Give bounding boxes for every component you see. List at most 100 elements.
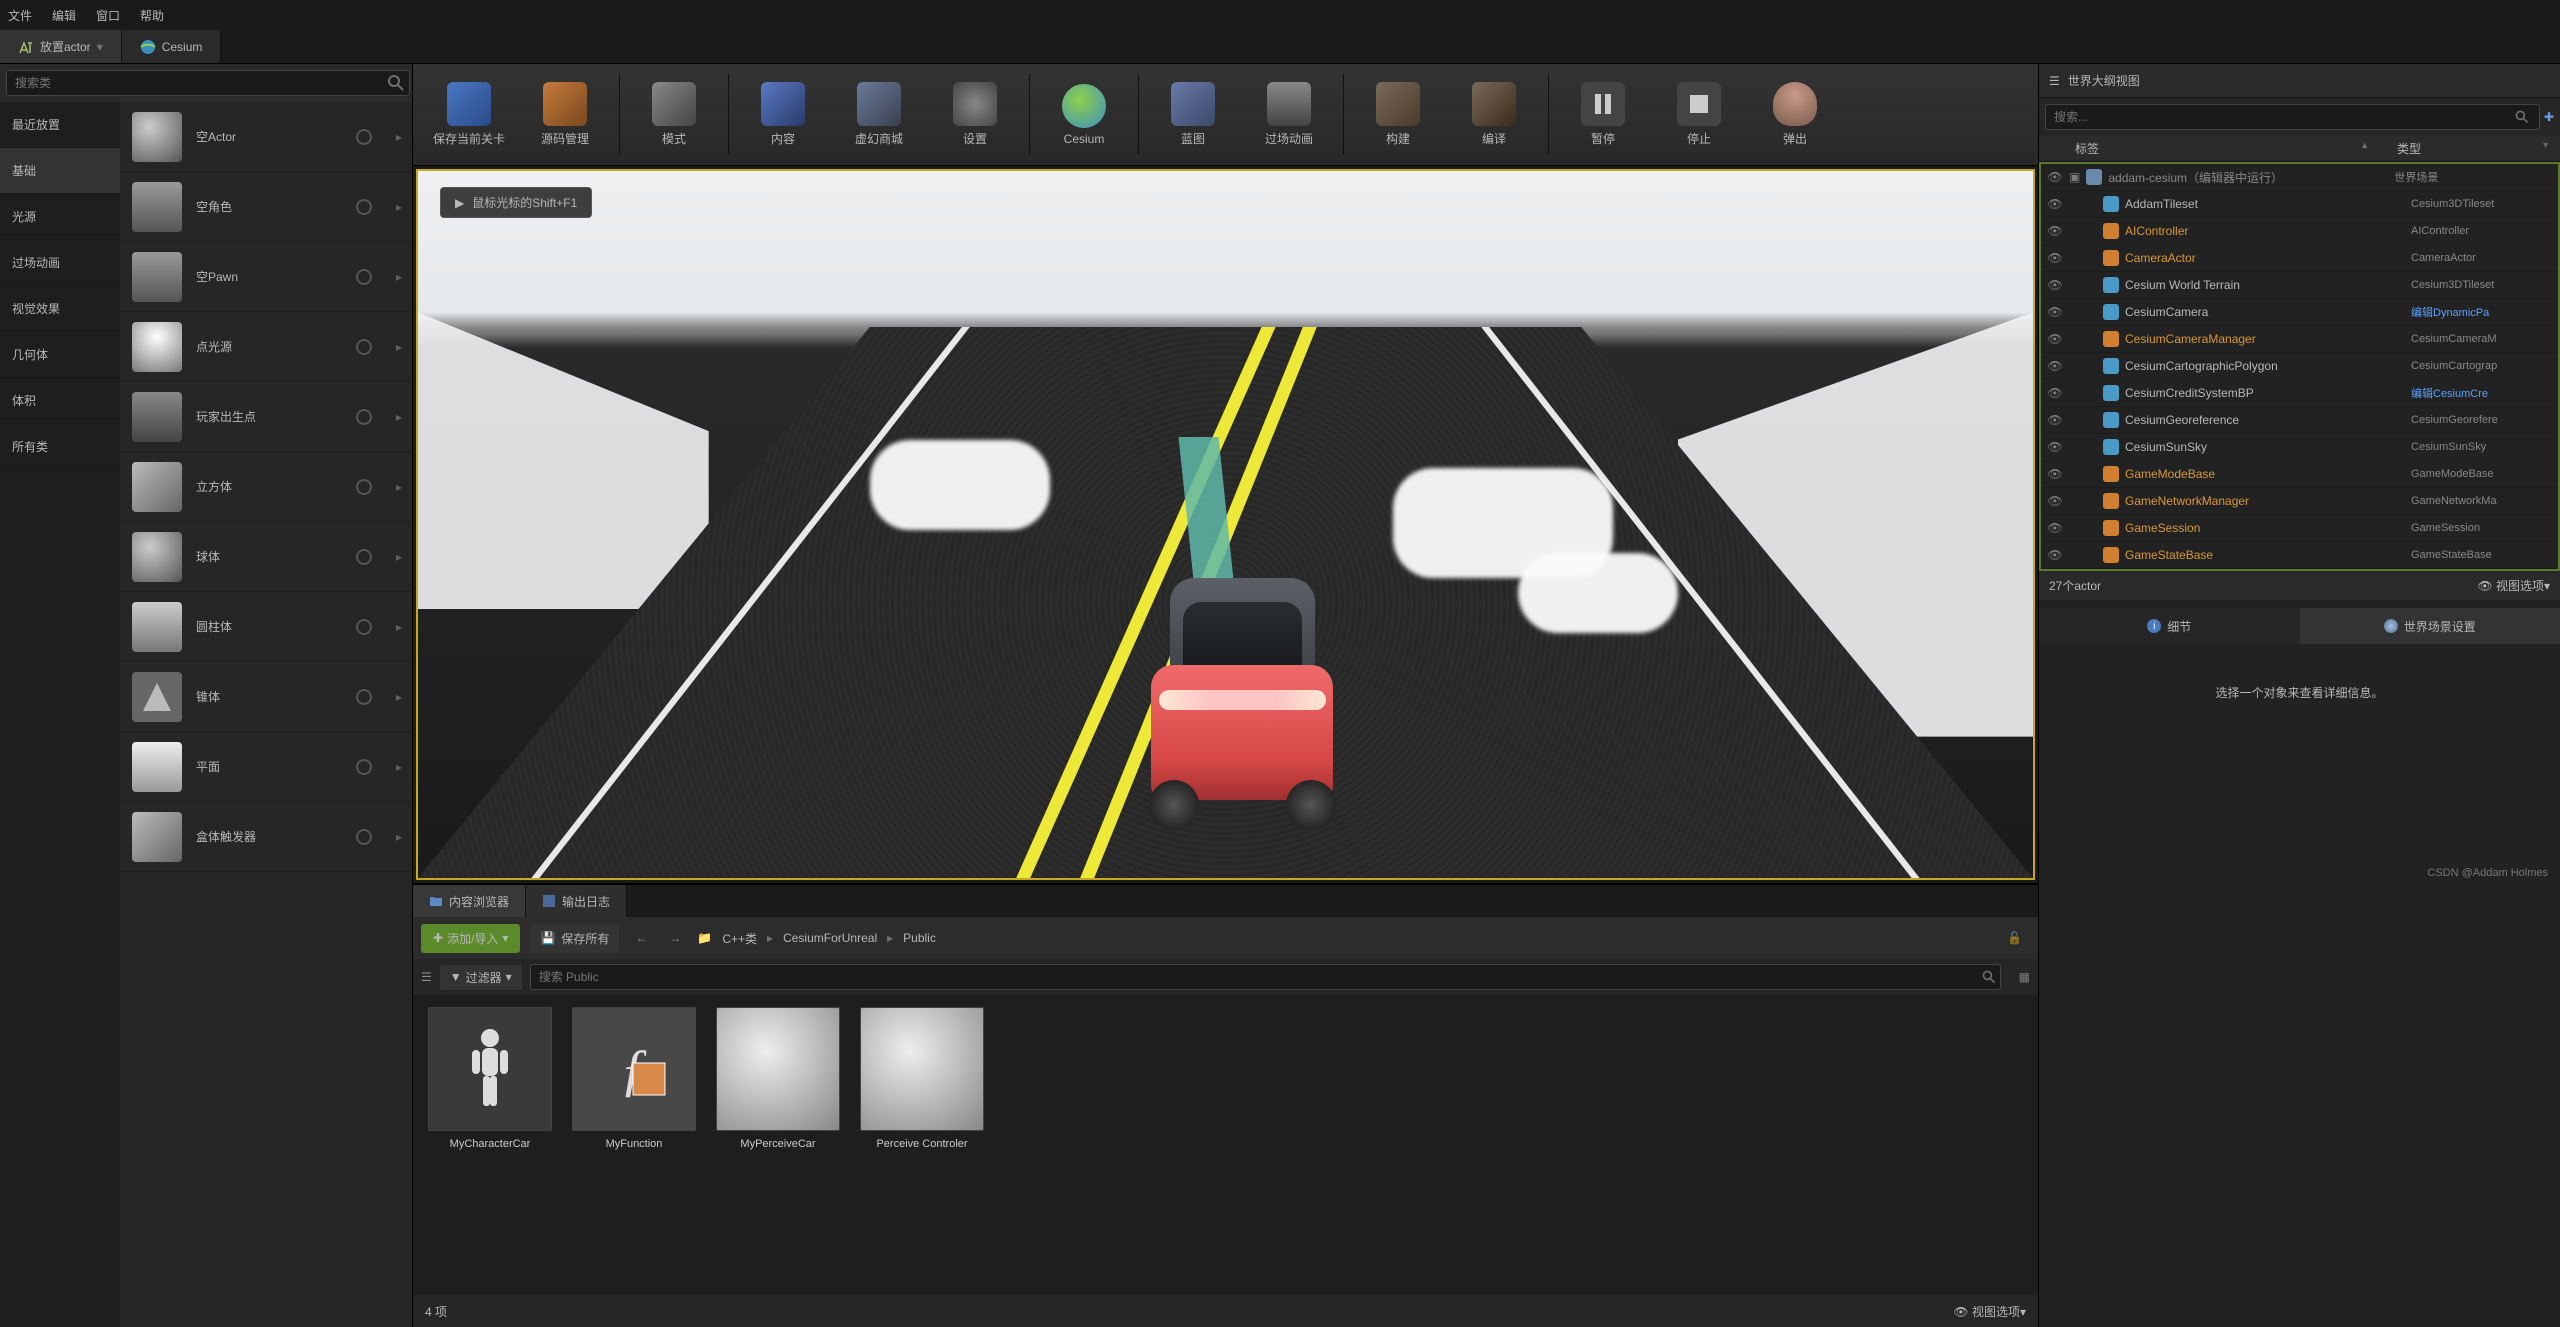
search-class-input[interactable] — [6, 70, 410, 96]
actor-cylinder[interactable]: 圆柱体▸ — [120, 592, 412, 662]
eye-icon[interactable]: 👁 — [2047, 197, 2063, 211]
actor-cone[interactable]: 锥体▸ — [120, 662, 412, 732]
outliner-row[interactable]: 👁CesiumCameraManagerCesiumCameraM — [2041, 326, 2558, 353]
eye-icon[interactable]: 👁 — [2047, 494, 2063, 508]
tab-content-browser[interactable]: 内容浏览器 — [413, 885, 526, 917]
outliner-search-input[interactable] — [2045, 104, 2540, 130]
actor-playerstart[interactable]: 玩家出生点▸ — [120, 382, 412, 452]
asset-character-car[interactable]: MyCharacterCar — [425, 1007, 555, 1151]
col-label[interactable]: 标签 — [2039, 140, 2389, 157]
outliner-root[interactable]: 👁 ▣ addam-cesium（编辑器中运行） 世界场景 — [2041, 164, 2558, 191]
tool-source[interactable]: 源码管理 — [517, 64, 613, 165]
outliner-view-options[interactable]: 👁 视图选项▾ — [2477, 577, 2550, 594]
eye-icon[interactable]: 👁 — [2047, 170, 2063, 184]
tab-output-log[interactable]: 输出日志 — [526, 885, 627, 917]
tool-eject[interactable]: 弹出 — [1747, 64, 1843, 165]
cat-cinematic[interactable]: 过场动画 — [0, 240, 120, 286]
tab-dropdown-icon[interactable]: ▾ — [97, 40, 103, 54]
actor-empty[interactable]: 空Actor▸ — [120, 102, 412, 172]
outliner-row[interactable]: 👁CesiumCartographicPolygonCesiumCartogra… — [2041, 353, 2558, 380]
eye-icon[interactable]: 👁 — [2047, 224, 2063, 238]
menu-edit[interactable]: 编辑 — [52, 7, 76, 24]
eye-icon[interactable]: 👁 — [2047, 467, 2063, 481]
outliner-row[interactable]: 👁GameSessionGameSession — [2041, 515, 2558, 542]
actor-plane[interactable]: 平面▸ — [120, 732, 412, 802]
actor-pawn[interactable]: 空Pawn▸ — [120, 242, 412, 312]
actor-boxtrigger[interactable]: 盒体触发器▸ — [120, 802, 412, 872]
search-icon[interactable] — [1981, 969, 1997, 985]
eye-icon[interactable]: 👁 — [2047, 332, 2063, 346]
crumb-cesium[interactable]: CesiumForUnreal — [783, 931, 877, 945]
filter-button[interactable]: ▼过滤器▾ — [440, 965, 522, 990]
col-type[interactable]: 类型 — [2389, 140, 2560, 157]
eye-icon[interactable]: 👁 — [2047, 386, 2063, 400]
outliner-row[interactable]: 👁GameModeBaseGameModeBase — [2041, 461, 2558, 488]
tool-compile[interactable]: 编译 — [1446, 64, 1542, 165]
outliner-row[interactable]: 👁CesiumCamera编辑DynamicPa — [2041, 299, 2558, 326]
actor-pointlight[interactable]: 点光源▸ — [120, 312, 412, 382]
menu-help[interactable]: 帮助 — [140, 7, 164, 24]
eye-icon[interactable]: 👁 — [2047, 548, 2063, 562]
viewport[interactable]: ▶ 鼠标光标的Shift+F1 — [416, 169, 2035, 880]
add-import-button[interactable]: ✚添加/导入▾ — [421, 924, 520, 953]
cat-volumes[interactable]: 体积 — [0, 378, 120, 424]
cat-basic[interactable]: 基础 — [0, 148, 120, 194]
tool-marketplace[interactable]: 虚幻商城 — [831, 64, 927, 165]
search-icon[interactable] — [2514, 109, 2530, 125]
actor-cube[interactable]: 立方体▸ — [120, 452, 412, 522]
search-icon[interactable] — [386, 73, 406, 93]
cat-lights[interactable]: 光源 — [0, 194, 120, 240]
tool-cinematics[interactable]: 过场动画 — [1241, 64, 1337, 165]
sources-icon[interactable]: ☰ — [421, 970, 432, 984]
cat-visual[interactable]: 视觉效果 — [0, 286, 120, 332]
save-all-button[interactable]: 💾保存所有 — [530, 924, 619, 953]
eye-icon[interactable]: 👁 — [2047, 278, 2063, 292]
actor-character[interactable]: 空角色▸ — [120, 172, 412, 242]
lock-icon[interactable]: 🔓 — [2007, 931, 2022, 945]
asset-perceive-controller[interactable]: Perceive Controler — [857, 1007, 987, 1151]
tool-cesium[interactable]: Cesium — [1036, 64, 1132, 165]
eye-icon[interactable]: 👁 — [2047, 521, 2063, 535]
nav-forward[interactable]: → — [663, 926, 687, 950]
asset-function[interactable]: ƒ MyFunction — [569, 1007, 699, 1151]
tool-stop[interactable]: 停止 — [1651, 64, 1747, 165]
cb-view-options[interactable]: 👁 视图选项▾ — [1953, 1303, 2026, 1320]
eye-icon[interactable]: 👁 — [2047, 251, 2063, 265]
outliner-columns[interactable]: 标签 类型 — [2039, 136, 2560, 162]
outliner-row[interactable]: 👁CesiumCreditSystemBP编辑CesiumCre — [2041, 380, 2558, 407]
collapse-icon[interactable]: ▣ — [2069, 170, 2080, 184]
cat-all[interactable]: 所有类 — [0, 424, 120, 470]
outliner-list[interactable]: 👁 ▣ addam-cesium（编辑器中运行） 世界场景 👁AddamTile… — [2039, 162, 2560, 571]
cat-geometry[interactable]: 几何体 — [0, 332, 120, 378]
menu-file[interactable]: 文件 — [8, 7, 32, 24]
eye-icon[interactable]: 👁 — [2047, 440, 2063, 454]
outliner-row[interactable]: 👁CameraActorCameraActor — [2041, 245, 2558, 272]
cat-recent[interactable]: 最近放置 — [0, 102, 120, 148]
actor-list[interactable]: 空Actor▸ 空角色▸ 空Pawn▸ 点光源▸ 玩家出生点▸ 立方体▸ 球体▸… — [120, 102, 412, 1327]
tab-details[interactable]: i细节 — [2039, 608, 2300, 644]
menu-window[interactable]: 窗口 — [96, 7, 120, 24]
outliner-row[interactable]: 👁AddamTilesetCesium3DTileset — [2041, 191, 2558, 218]
crumb-public[interactable]: Public — [903, 931, 936, 945]
tool-pause[interactable]: 暂停 — [1555, 64, 1651, 165]
eye-icon[interactable]: 👁 — [2047, 359, 2063, 373]
tool-content[interactable]: 内容 — [735, 64, 831, 165]
tool-save[interactable]: 保存当前关卡 — [421, 64, 517, 165]
outliner-row[interactable]: 👁AIControllerAIController — [2041, 218, 2558, 245]
outliner-row[interactable]: 👁CesiumGeoreferenceCesiumGeorefere — [2041, 407, 2558, 434]
tool-modes[interactable]: 模式 — [626, 64, 722, 165]
tab-world-settings[interactable]: 世界场景设置 — [2300, 608, 2560, 644]
eye-icon[interactable]: 👁 — [2047, 305, 2063, 319]
tool-build[interactable]: 构建 — [1350, 64, 1446, 165]
eye-icon[interactable]: 👁 — [2047, 413, 2063, 427]
cb-search-input[interactable] — [530, 964, 2001, 990]
tool-settings[interactable]: 设置 — [927, 64, 1023, 165]
outliner-row[interactable]: 👁GameNetworkManagerGameNetworkMa — [2041, 488, 2558, 515]
add-icon[interactable]: ✚ — [2544, 110, 2554, 124]
tab-cesium[interactable]: Cesium — [122, 30, 222, 63]
settings-icon[interactable]: ▦ — [2019, 970, 2030, 984]
outliner-row[interactable]: 👁CesiumSunSkyCesiumSunSky — [2041, 434, 2558, 461]
actor-sphere[interactable]: 球体▸ — [120, 522, 412, 592]
crumb-cpp[interactable]: C++类 — [722, 930, 757, 947]
outliner-row[interactable]: 👁GameStateBaseGameStateBase — [2041, 542, 2558, 569]
